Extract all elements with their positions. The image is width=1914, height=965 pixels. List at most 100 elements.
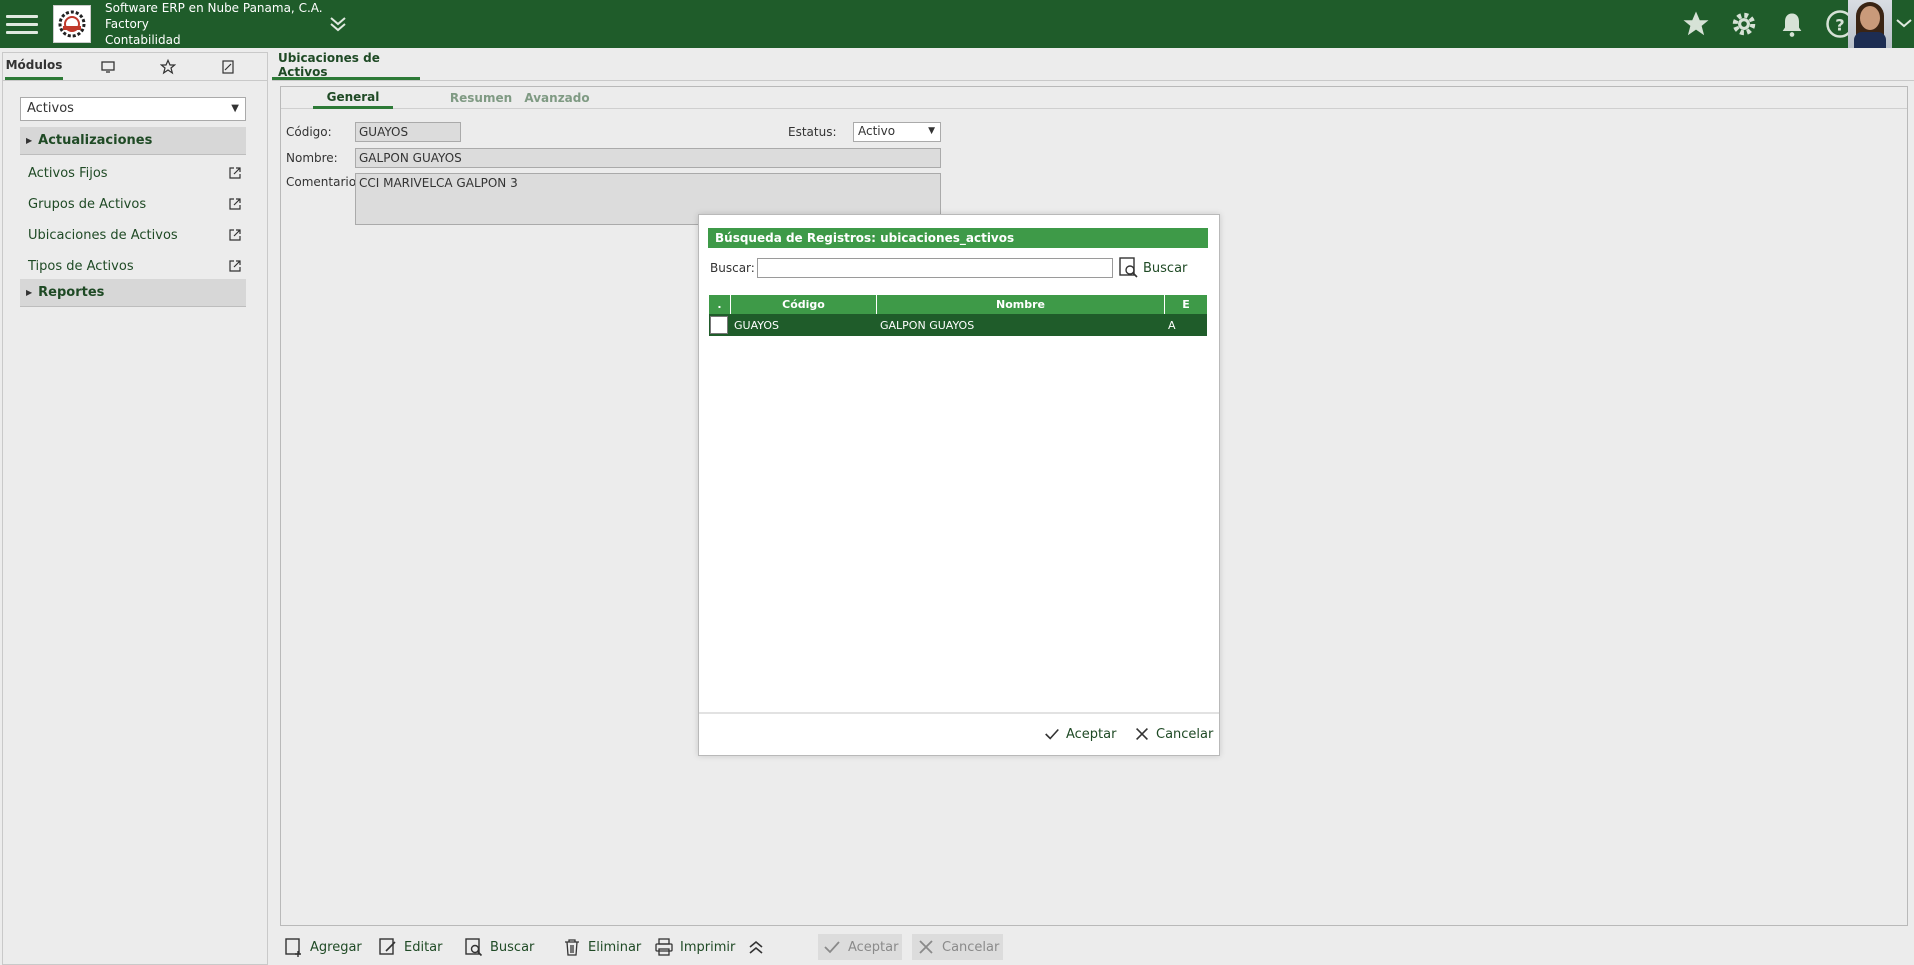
bottom-toolbar: Agregar Editar Buscar Eliminar Imprimir …: [280, 932, 1908, 962]
nombre-field[interactable]: GALPON GUAYOS: [355, 148, 941, 168]
column-header-nombre[interactable]: Nombre: [877, 295, 1165, 314]
add-icon: [285, 938, 301, 957]
codigo-field[interactable]: GUAYOS: [355, 122, 461, 142]
modal-cancel-button[interactable]: Cancelar: [1133, 725, 1213, 743]
eliminar-label: Eliminar: [588, 939, 642, 955]
chevron-down-icon[interactable]: [1894, 12, 1914, 36]
search-label: Buscar:: [710, 261, 755, 275]
close-icon: [919, 940, 933, 954]
eliminar-button[interactable]: Eliminar: [558, 934, 645, 960]
agregar-label: Agregar: [310, 939, 362, 955]
aceptar-toolbar-button[interactable]: Aceptar: [818, 934, 903, 960]
monitor-icon[interactable]: [93, 53, 123, 80]
external-link-icon[interactable]: [228, 259, 242, 273]
favorites-icon[interactable]: [153, 53, 183, 80]
tab-general[interactable]: General: [313, 87, 393, 109]
agregar-button[interactable]: Agregar: [280, 934, 366, 960]
editar-label: Editar: [404, 939, 443, 955]
check-icon: [1045, 728, 1059, 740]
edit-icon: [379, 938, 396, 955]
star-icon[interactable]: [1678, 6, 1714, 42]
cell-codigo: GUAYOS: [734, 318, 780, 332]
table-row[interactable]: GUAYOS GALPON GUAYOS A: [709, 314, 1207, 336]
svg-text:?: ?: [1835, 15, 1844, 34]
codigo-label: Código:: [286, 125, 332, 139]
close-icon: [1136, 728, 1148, 740]
top-bar: Software ERP en Nube Panama, C.A. Factor…: [0, 0, 1914, 48]
cell-nombre: GALPON GUAYOS: [880, 318, 975, 332]
tab-modulos[interactable]: Módulos: [5, 53, 63, 80]
section-label: Actualizaciones: [38, 133, 153, 148]
avatar[interactable]: [1848, 0, 1892, 48]
hamburger-icon[interactable]: [6, 10, 38, 38]
menu-item-tipos-de-activos[interactable]: Tipos de Activos: [28, 256, 242, 276]
menu-item-ubicaciones-de-activos[interactable]: Ubicaciones de Activos: [28, 225, 242, 245]
company-logo: [53, 5, 91, 43]
page-title[interactable]: Ubicaciones de Activos: [272, 51, 420, 80]
menu-item-activos-fijos[interactable]: Activos Fijos: [28, 163, 242, 183]
company-info: Software ERP en Nube Panama, C.A. Factor…: [105, 0, 323, 48]
trash-icon: [565, 939, 579, 956]
menu-item-label: Ubicaciones de Activos: [28, 227, 178, 243]
module-select-value: Activos: [27, 101, 74, 116]
editar-button[interactable]: Editar: [374, 934, 447, 960]
estatus-value: Activo: [858, 124, 896, 138]
left-panel: Módulos Activos ▼ ▶ Actualizaciones Acti…: [2, 52, 268, 965]
chevron-down-icon: ▼: [928, 126, 935, 136]
caret-right-icon: ▶: [26, 136, 33, 145]
cancelar-label: Cancelar: [942, 939, 1000, 955]
buscar-button[interactable]: Buscar: [460, 934, 538, 960]
menu-item-label: Activos Fijos: [28, 165, 108, 181]
modal-title: Búsqueda de Registros: ubicaciones_activ…: [708, 228, 1208, 248]
modal-cancel-label: Cancelar: [1156, 726, 1214, 742]
aceptar-label: Aceptar: [848, 939, 899, 955]
column-header-estatus[interactable]: E: [1165, 295, 1207, 314]
column-header-codigo[interactable]: Código: [731, 295, 877, 314]
chevron-down-icon: ▼: [231, 103, 239, 114]
modal-accept-button[interactable]: Aceptar: [1043, 725, 1116, 743]
chevron-up-double-icon[interactable]: [742, 934, 770, 960]
external-link-icon[interactable]: [228, 166, 242, 180]
section-label: Reportes: [38, 285, 105, 300]
cancelar-toolbar-button[interactable]: Cancelar: [912, 934, 1004, 960]
column-header-select[interactable]: .: [709, 295, 731, 314]
tab-resumen[interactable]: Resumen: [441, 87, 521, 109]
section-reportes[interactable]: ▶ Reportes: [20, 279, 246, 307]
company-name: Software ERP en Nube Panama, C.A.: [105, 1, 323, 15]
cell-estatus: A: [1168, 318, 1176, 332]
tab-avanzado[interactable]: Avanzado: [517, 87, 597, 109]
external-link-icon[interactable]: [228, 228, 242, 242]
gear-icon[interactable]: [1726, 6, 1762, 42]
external-link-icon[interactable]: [228, 197, 242, 211]
results-table: . Código Nombre E GUAYOS GALPON GUAYOS A: [709, 295, 1207, 336]
check-icon: [824, 941, 840, 954]
imprimir-label: Imprimir: [680, 939, 736, 955]
search-icon: [465, 938, 483, 957]
imprimir-button[interactable]: Imprimir: [650, 934, 739, 960]
modal-accept-label: Aceptar: [1066, 726, 1117, 742]
company-branch: Factory: [105, 17, 149, 31]
search-modal: Búsqueda de Registros: ubicaciones_activ…: [698, 214, 1220, 756]
estatus-select[interactable]: Activo ▼: [853, 122, 941, 142]
bell-icon[interactable]: [1774, 6, 1810, 42]
estatus-label: Estatus:: [788, 125, 837, 139]
chevron-down-icon[interactable]: [326, 12, 350, 36]
module-select[interactable]: Activos ▼: [20, 97, 246, 121]
modal-search-button[interactable]: Buscar: [1119, 257, 1187, 279]
menu-item-label: Grupos de Activos: [28, 196, 147, 212]
search-input[interactable]: [757, 258, 1113, 278]
row-checkbox[interactable]: [709, 314, 731, 336]
caret-right-icon: ▶: [26, 288, 33, 297]
nombre-label: Nombre:: [286, 151, 338, 165]
search-icon: [1119, 257, 1138, 278]
company-module: Contabilidad: [105, 33, 181, 47]
comentario-label: Comentario:: [286, 175, 361, 189]
section-actualizaciones[interactable]: ▶ Actualizaciones: [20, 127, 246, 155]
table-header: . Código Nombre E: [709, 295, 1207, 314]
tools-icon[interactable]: [213, 53, 243, 80]
modal-search-button-label: Buscar: [1143, 260, 1188, 276]
menu-item-grupos-de-activos[interactable]: Grupos de Activos: [28, 194, 242, 214]
buscar-label: Buscar: [490, 939, 535, 955]
menu-item-label: Tipos de Activos: [28, 258, 134, 274]
print-icon: [655, 938, 673, 956]
